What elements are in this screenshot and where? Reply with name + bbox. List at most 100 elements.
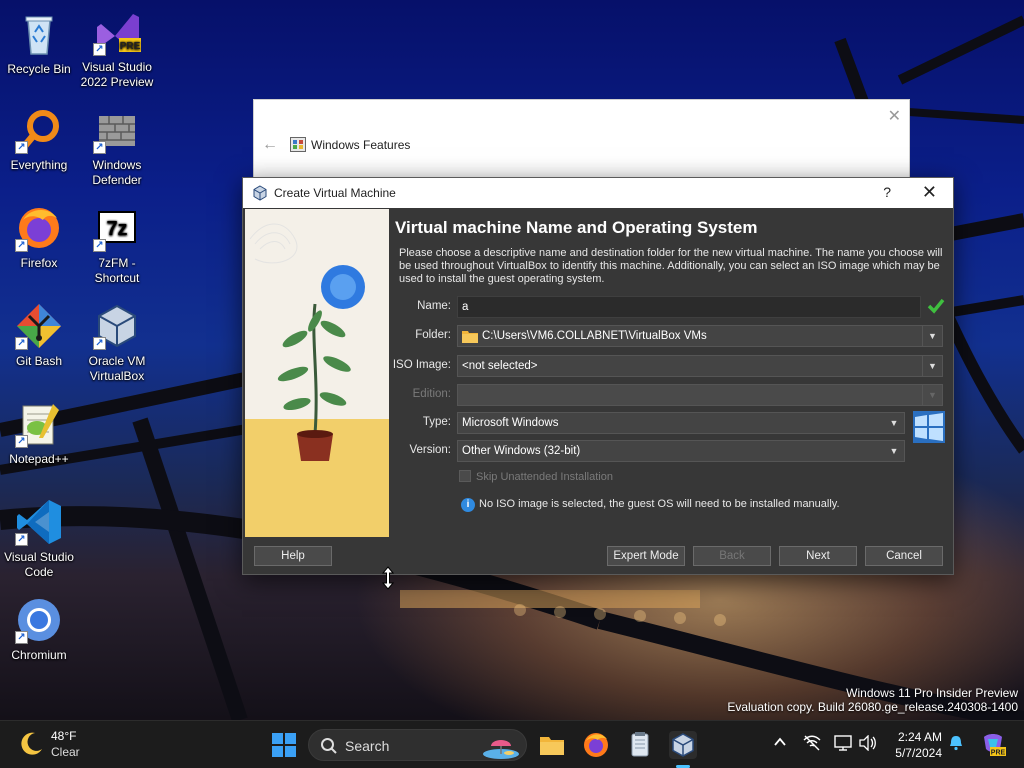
desktop-icon-visual-studio-preview[interactable]: PRE ↗ Visual Studio 2022 Preview bbox=[78, 8, 156, 90]
file-explorer-icon[interactable] bbox=[538, 731, 566, 759]
cancel-button[interactable]: Cancel bbox=[865, 546, 943, 566]
svg-text:PRE: PRE bbox=[991, 750, 1006, 757]
folder-combobox[interactable]: C:\Users\VM6.COLLABNET\VirtualBox VMs ▼ bbox=[457, 325, 943, 347]
type-combobox[interactable]: Microsoft Windows ▼ bbox=[457, 412, 905, 434]
edition-combobox: ▼ bbox=[457, 384, 943, 406]
search-placeholder: Search bbox=[345, 738, 390, 754]
wizard-heading: Virtual machine Name and Operating Syste… bbox=[395, 218, 758, 237]
expert-mode-button[interactable]: Expert Mode bbox=[607, 546, 685, 566]
virtualbox-icon[interactable] bbox=[669, 731, 697, 759]
weather-condition: Clear bbox=[51, 745, 80, 759]
volume-icon[interactable] bbox=[859, 734, 877, 754]
notification-bell-icon[interactable] bbox=[948, 735, 964, 754]
name-input[interactable]: a bbox=[457, 296, 921, 318]
skip-unattended-label: Skip Unattended Installation bbox=[476, 471, 613, 483]
windows-features-window[interactable]: ← Windows Features ✕ bbox=[253, 99, 910, 189]
dialog-titlebar[interactable]: Create Virtual Machine ? ✕ bbox=[243, 178, 953, 208]
chevron-down-icon[interactable]: ▼ bbox=[922, 326, 942, 346]
checkbox-box bbox=[459, 470, 471, 482]
taskbar: 48°F Clear Search 2:24 AM 5/7/2024 PRE bbox=[0, 720, 1024, 768]
shortcut-arrow-icon: ↗ bbox=[15, 631, 28, 644]
system-clock[interactable]: 2:24 AM 5/7/2024 bbox=[884, 729, 942, 761]
everything-search-icon: ↗ bbox=[15, 106, 63, 154]
resize-cursor-icon bbox=[381, 566, 395, 593]
close-icon[interactable]: ✕ bbox=[922, 182, 937, 203]
copilot-icon[interactable]: PRE bbox=[980, 731, 1006, 760]
desktop-icon-firefox[interactable]: ↗ Firefox bbox=[0, 204, 78, 271]
type-value: Microsoft Windows bbox=[462, 417, 559, 429]
desktop-icon-windows-defender[interactable]: ↗ Windows Defender bbox=[78, 106, 156, 188]
watermark-build: Evaluation copy. Build 26080.ge_release.… bbox=[727, 700, 1018, 714]
firefox-icon: ↗ bbox=[15, 204, 63, 252]
chevron-down-icon[interactable]: ▼ bbox=[884, 413, 904, 433]
7zip-icon: 7z ↗ bbox=[93, 204, 141, 252]
desktop-icon-label: Visual Studio 2022 Preview bbox=[80, 60, 154, 89]
virtualbox-icon: ↗ bbox=[93, 302, 141, 350]
desktop-icon-everything[interactable]: ↗ Everything bbox=[0, 106, 78, 173]
desktop-icon-label: Notepad++ bbox=[9, 452, 69, 466]
network-off-icon[interactable] bbox=[803, 735, 821, 754]
taskbar-search[interactable]: Search bbox=[308, 729, 527, 761]
start-icon[interactable] bbox=[270, 731, 298, 759]
search-highlight-icon bbox=[481, 732, 521, 763]
desktop-icon-git-bash[interactable]: ↗ Git Bash bbox=[0, 302, 78, 369]
dialog-title: Create Virtual Machine bbox=[274, 186, 396, 200]
chevron-down-icon[interactable]: ▼ bbox=[884, 441, 904, 461]
git-bash-icon: ↗ bbox=[15, 302, 63, 350]
notepad-icon[interactable] bbox=[626, 731, 654, 759]
shortcut-arrow-icon: ↗ bbox=[93, 337, 106, 350]
iso-row: ISO Image: <not selected> ▼ bbox=[391, 355, 947, 377]
iso-label: ISO Image: bbox=[392, 359, 451, 371]
iso-combobox[interactable]: <not selected> ▼ bbox=[457, 355, 943, 377]
virtualbox-icon bbox=[252, 185, 268, 201]
display-icon[interactable] bbox=[834, 735, 852, 754]
version-combobox[interactable]: Other Windows (32-bit) ▼ bbox=[457, 440, 905, 462]
weather-temp: 48°F bbox=[51, 729, 77, 743]
back-button[interactable]: Back bbox=[693, 546, 771, 566]
desktop-icon-label: 7zFM - Shortcut bbox=[94, 256, 140, 285]
chevron-up-icon[interactable] bbox=[773, 735, 787, 752]
shortcut-arrow-icon: ↗ bbox=[15, 435, 28, 448]
skip-unattended-checkbox: Skip Unattended Installation bbox=[459, 470, 613, 483]
windows-features-icon bbox=[290, 137, 306, 152]
name-row: Name: a bbox=[391, 296, 947, 318]
edition-row: Edition: ▼ bbox=[391, 384, 947, 406]
desktop-icon-chromium[interactable]: ↗ Chromium bbox=[0, 596, 78, 663]
help-icon[interactable]: ? bbox=[883, 184, 891, 200]
desktop-icon-7zfm[interactable]: 7z ↗ 7zFM - Shortcut bbox=[78, 204, 156, 286]
info-icon: i bbox=[461, 498, 475, 512]
valid-checkmark-icon bbox=[927, 297, 945, 318]
desktop-icon-vscode[interactable]: ↗ Visual Studio Code bbox=[0, 498, 78, 580]
next-button[interactable]: Next bbox=[779, 546, 857, 566]
edition-label: Edition: bbox=[412, 388, 451, 400]
close-icon[interactable]: ✕ bbox=[888, 106, 901, 126]
folder-icon bbox=[462, 329, 478, 350]
version-row: Version: Other Windows (32-bit) ▼ bbox=[391, 440, 947, 462]
desktop-icon-notepad-plus-plus[interactable]: ↗ Notepad++ bbox=[0, 400, 78, 467]
chromium-icon: ↗ bbox=[15, 596, 63, 644]
svg-text:PRE: PRE bbox=[120, 41, 141, 52]
info-message: i No ISO image is selected, the guest OS … bbox=[461, 498, 840, 512]
chevron-down-icon[interactable]: ▼ bbox=[922, 356, 942, 376]
help-button[interactable]: Help bbox=[254, 546, 332, 566]
shortcut-arrow-icon: ↗ bbox=[15, 337, 28, 350]
firefox-icon[interactable] bbox=[582, 731, 610, 759]
desktop-icon-virtualbox[interactable]: ↗ Oracle VM VirtualBox bbox=[78, 302, 156, 384]
desktop-icon-label: Everything bbox=[10, 158, 68, 172]
desktop-icon-recycle-bin[interactable]: Recycle Bin bbox=[0, 10, 78, 77]
shortcut-arrow-icon: ↗ bbox=[15, 533, 28, 546]
shortcut-arrow-icon: ↗ bbox=[93, 239, 106, 252]
vscode-icon: ↗ bbox=[15, 498, 63, 546]
version-value: Other Windows (32-bit) bbox=[462, 445, 581, 457]
desktop-icon-label: Recycle Bin bbox=[7, 62, 71, 76]
shortcut-arrow-icon: ↗ bbox=[93, 141, 106, 154]
svg-text:7z: 7z bbox=[106, 218, 127, 240]
shortcut-arrow-icon: ↗ bbox=[93, 43, 106, 56]
back-arrow-icon[interactable]: ← bbox=[262, 136, 278, 154]
chevron-down-icon: ▼ bbox=[922, 385, 942, 405]
type-label: Type: bbox=[422, 416, 451, 428]
clock-time: 2:24 AM bbox=[897, 730, 942, 744]
version-label: Version: bbox=[409, 444, 451, 456]
create-vm-dialog: Create Virtual Machine ? ✕ Virtual machi… bbox=[242, 177, 954, 575]
desktop-icon-label: Windows Defender bbox=[92, 158, 142, 187]
